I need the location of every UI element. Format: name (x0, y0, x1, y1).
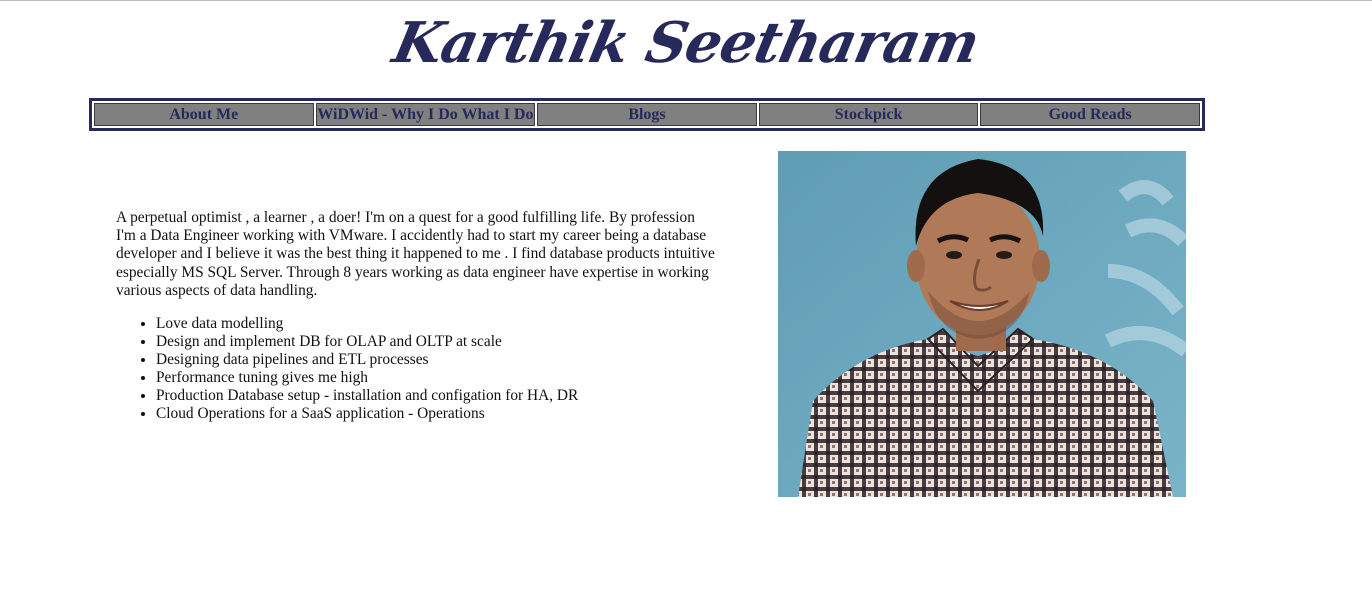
nav-blogs[interactable]: Blogs (537, 103, 757, 126)
main-nav: About Me WiDWid - Why I Do What I Do Blo… (89, 98, 1205, 131)
skills-list: Love data modelling Design and implement… (116, 315, 578, 423)
left-eye (946, 251, 962, 259)
nav-good-reads[interactable]: Good Reads (980, 103, 1200, 126)
left-ear (907, 250, 925, 282)
nav-stockpick[interactable]: Stockpick (758, 103, 979, 126)
list-item: Production Database setup - installation… (156, 387, 578, 405)
right-eye (996, 251, 1012, 259)
nav-about-me[interactable]: About Me (94, 103, 314, 126)
list-item: Cloud Operations for a SaaS application … (156, 405, 578, 423)
list-item: Love data modelling (156, 315, 578, 333)
site-title: Karthik Seetharam (387, 10, 985, 76)
intro-paragraph: A perpetual optimist , a learner , a doe… (116, 209, 715, 299)
profile-photo (778, 151, 1186, 497)
list-item: Designing data pipelines and ETL process… (156, 351, 578, 369)
list-item: Design and implement DB for OLAP and OLT… (156, 333, 578, 351)
nav-widwid[interactable]: WiDWid - Why I Do What I Do (315, 103, 536, 126)
list-item: Performance tuning gives me high (156, 369, 578, 387)
top-rule (0, 0, 1372, 1)
right-ear (1032, 250, 1050, 282)
